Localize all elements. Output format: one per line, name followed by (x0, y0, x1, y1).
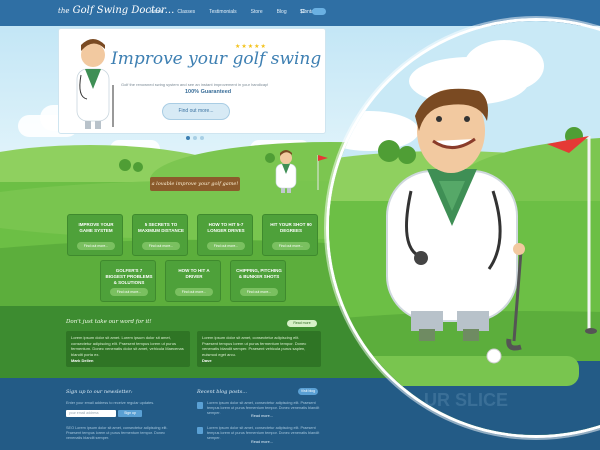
feature-button[interactable]: Find out more... (77, 242, 115, 250)
carousel-dot[interactable] (186, 136, 190, 140)
feature-button[interactable]: Find out more... (240, 288, 278, 296)
testimonial-text: Lorem ipsum dolor sit amet, consectetur … (202, 335, 307, 357)
blog-read-more-link[interactable]: Read more... (251, 440, 291, 445)
blog-read-more-link[interactable]: Read more... (251, 414, 291, 419)
feature-title: GOLFER'S 7 BIGGEST PROBLEMS & SOLUTIONS (105, 268, 153, 285)
newsletter-email-input[interactable]: your email address (66, 410, 116, 417)
testimonials-more-button[interactable]: Read more (287, 320, 317, 327)
testimonial-author: Mark Dellen (71, 358, 94, 363)
find-out-more-button[interactable]: Find out more... (162, 103, 230, 120)
feature-title: IMPROVE YOUR GAME SYSTEM (78, 222, 114, 233)
hero-subtitle: Golf the renowned swing system and see a… (121, 82, 269, 87)
blog-post-text: Lorem ipsum dolor sit amet, consectetur … (207, 426, 320, 440)
carousel-dots (186, 136, 204, 140)
feature-card[interactable]: HOW TO HIT A DRIVER Find out more... (165, 260, 221, 302)
feature-title: CHIPPING, PITCHING & BUNKER SHOTS (236, 268, 282, 279)
blog-post-icon (197, 427, 203, 434)
feature-title: HIT YOUR SHOT 90 DEGREES (270, 222, 312, 233)
testimonial-card: Lorem ipsum dolor sit amet. Lorem ipsum … (66, 331, 190, 367)
feature-card[interactable]: HIT YOUR SHOT 90 DEGREES Find out more..… (262, 214, 318, 256)
feature-card[interactable]: HOW TO HIT 5-7 LONGER DRIVES Find out mo… (197, 214, 253, 256)
nav-home[interactable]: Home (150, 9, 163, 15)
testimonial-author: Dave (202, 358, 212, 363)
hero-title: Improve your golf swing (111, 49, 322, 69)
nav-classes[interactable]: Classes (177, 9, 195, 15)
feature-card[interactable]: GOLFER'S 7 BIGGEST PROBLEMS & SOLUTIONS … (100, 260, 156, 302)
feature-title: 5 SECRETS TO MAXIMUM DISTANCE (138, 222, 184, 233)
nav-store[interactable]: Store (251, 9, 263, 15)
feature-button[interactable]: Find out more... (175, 288, 213, 296)
page: the Golf Swing Doctor... Home Classes Te… (0, 0, 600, 450)
hero-guarantee: 100% Guaranteed (185, 89, 232, 95)
newsletter-title: Sign up to our newsletter: (66, 389, 133, 395)
feature-button[interactable]: Find out more... (142, 242, 180, 250)
feature-button[interactable]: Find out more... (207, 242, 245, 250)
nav-blog[interactable]: Blog (277, 9, 287, 15)
nav-links: Home Classes Testimonials Store Blog Con… (150, 9, 318, 15)
feature-card[interactable]: CHIPPING, PITCHING & BUNKER SHOTS Find o… (230, 260, 286, 302)
cart-total[interactable]: $0 (300, 9, 306, 15)
newsletter-body: SEO Lorem ipsum dolor sit amet, consecte… (66, 426, 168, 440)
svg-text:UR SLICE: UR SLICE (424, 390, 508, 410)
nav-testimonials[interactable]: Testimonials (209, 9, 237, 15)
feature-title: HOW TO HIT 5-7 LONGER DRIVES (207, 222, 245, 233)
testimonials-heading: Don't just take our word for it! (66, 319, 152, 325)
newsletter-text: Enter your email address to receive regu… (66, 401, 155, 405)
feature-card[interactable]: IMPROVE YOUR GAME SYSTEM Find out more..… (67, 214, 123, 256)
newsletter-signup-button[interactable]: Sign up (118, 410, 142, 417)
testimonial-text: Lorem ipsum dolor sit amet. Lorem ipsum … (71, 335, 184, 357)
cart-button[interactable] (312, 8, 326, 15)
feature-title: HOW TO HIT A DRIVER (178, 268, 210, 279)
logo-prefix: the (58, 7, 70, 15)
hero-card: ★★★★★ Improve your golf swing Golf the r… (58, 28, 326, 134)
carousel-dot[interactable] (193, 136, 197, 140)
feature-button[interactable]: Find out more... (272, 242, 310, 250)
feature-card[interactable]: 5 SECRETS TO MAXIMUM DISTANCE Find out m… (132, 214, 188, 256)
carousel-dot[interactable] (200, 136, 204, 140)
visit-blog-button[interactable]: Visit blog (298, 388, 318, 395)
blog-post-icon (197, 402, 203, 409)
feature-button[interactable]: Find out more... (110, 288, 148, 296)
testimonial-card: Lorem ipsum dolor sit amet, consectetur … (197, 331, 321, 367)
blog-title: Recent blog posts... (197, 389, 248, 395)
wooden-sign: a lovable improve your golf game! (150, 177, 240, 191)
